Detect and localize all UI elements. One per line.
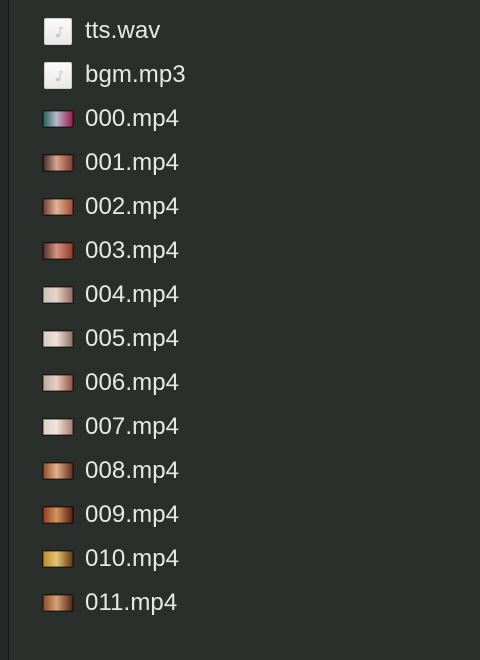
file-row[interactable]: 011.mp4 <box>0 581 480 625</box>
video-thumbnail-icon <box>43 416 73 438</box>
video-thumbnail-icon <box>43 284 73 306</box>
file-name: 006.mp4 <box>85 369 180 396</box>
video-thumbnail-image <box>43 463 73 479</box>
video-thumbnail-icon <box>43 592 73 614</box>
file-name: 000.mp4 <box>85 105 180 132</box>
file-row[interactable]: 001.mp4 <box>0 141 480 185</box>
video-thumbnail-icon <box>43 548 73 570</box>
video-thumbnail-icon <box>43 196 73 218</box>
video-thumbnail-image <box>43 419 73 435</box>
file-name: 002.mp4 <box>85 193 180 220</box>
file-list: tts.wav bgm.mp3 000.mp4 001.mp4 002.mp4 … <box>0 9 480 625</box>
video-thumbnail-image <box>43 595 73 611</box>
file-row[interactable]: 004.mp4 <box>0 273 480 317</box>
file-row[interactable]: 000.mp4 <box>0 97 480 141</box>
video-thumbnail-icon <box>43 240 73 262</box>
video-thumbnail-image <box>43 199 73 215</box>
video-thumbnail-icon <box>43 372 73 394</box>
video-thumbnail-icon <box>43 152 73 174</box>
file-name: tts.wav <box>85 17 161 44</box>
file-name: 001.mp4 <box>85 149 180 176</box>
video-thumbnail-image <box>43 155 73 171</box>
file-row[interactable]: 006.mp4 <box>0 361 480 405</box>
file-name: 009.mp4 <box>85 501 180 528</box>
file-name: bgm.mp3 <box>85 61 186 88</box>
file-row[interactable]: 009.mp4 <box>0 493 480 537</box>
video-thumbnail-icon <box>43 460 73 482</box>
video-thumbnail-icon <box>43 328 73 350</box>
file-row[interactable]: 003.mp4 <box>0 229 480 273</box>
file-row[interactable]: 007.mp4 <box>0 405 480 449</box>
file-name: 010.mp4 <box>85 545 180 572</box>
video-thumbnail-image <box>43 551 73 567</box>
file-row[interactable]: 005.mp4 <box>0 317 480 361</box>
audio-file-icon <box>44 62 72 89</box>
file-row[interactable]: 010.mp4 <box>0 537 480 581</box>
file-name: 004.mp4 <box>85 281 180 308</box>
video-thumbnail-icon <box>43 504 73 526</box>
file-row[interactable]: tts.wav <box>0 9 480 53</box>
file-name: 011.mp4 <box>85 589 178 616</box>
audio-file-icon <box>44 18 72 45</box>
video-thumbnail-image <box>43 507 73 523</box>
file-name: 007.mp4 <box>85 413 180 440</box>
file-list-pane: tts.wav bgm.mp3 000.mp4 001.mp4 002.mp4 … <box>0 0 480 660</box>
file-row[interactable]: 008.mp4 <box>0 449 480 493</box>
file-row[interactable]: bgm.mp3 <box>0 53 480 97</box>
file-name: 005.mp4 <box>85 325 180 352</box>
video-thumbnail-image <box>43 331 73 347</box>
video-thumbnail-image <box>43 375 73 391</box>
file-name: 008.mp4 <box>85 457 180 484</box>
video-thumbnail-image <box>43 111 73 127</box>
file-row[interactable]: 002.mp4 <box>0 185 480 229</box>
video-thumbnail-icon <box>43 108 73 130</box>
video-thumbnail-image <box>43 287 73 303</box>
video-thumbnail-image <box>43 243 73 259</box>
file-name: 003.mp4 <box>85 237 180 264</box>
